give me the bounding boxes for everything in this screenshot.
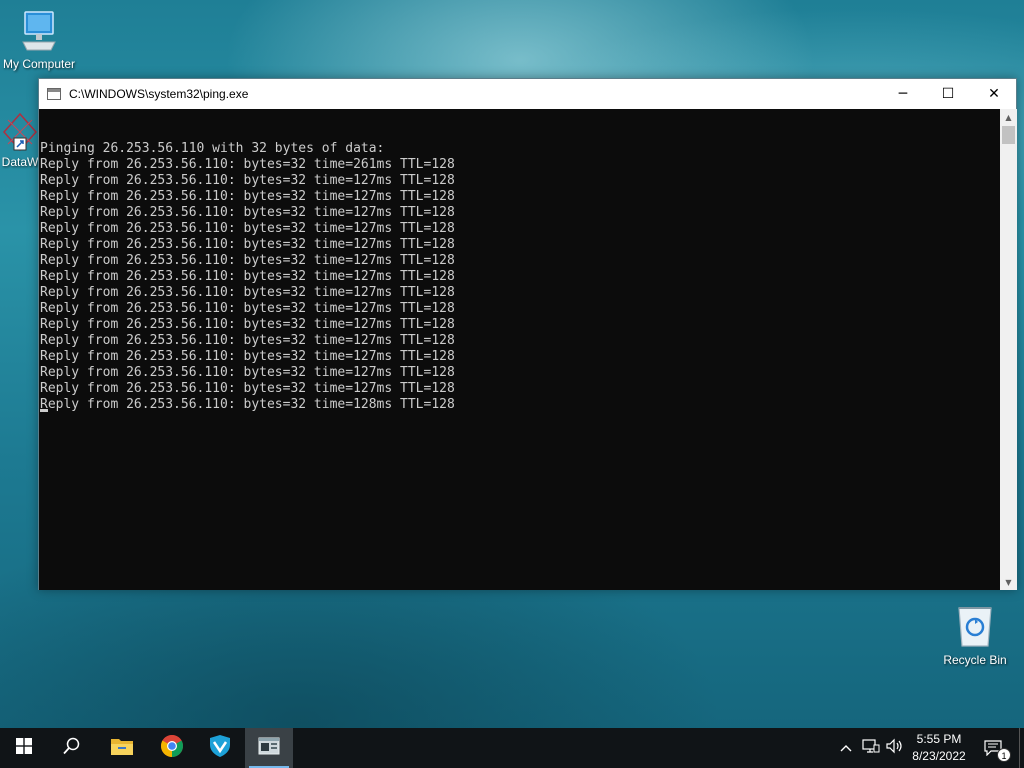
console-line: Reply from 26.253.56.110: bytes=32 time=… [40, 365, 455, 380]
minimize-icon: ─ [898, 86, 908, 102]
console-line: Reply from 26.253.56.110: bytes=32 time=… [40, 205, 455, 220]
action-center-button[interactable]: 1 [980, 728, 1012, 768]
console-line: Reply from 26.253.56.110: bytes=32 time=… [40, 397, 455, 412]
console-output[interactable]: Pinging 26.253.56.110 with 32 bytes of d… [39, 109, 1000, 590]
clock-time: 5:55 PM [916, 732, 962, 746]
desktop-icon-recycle-bin[interactable]: Recycle Bin [940, 602, 1010, 667]
desktop-icon-label: DataW [1, 155, 39, 169]
taskbar-console[interactable] [245, 728, 293, 768]
vpn-shield-icon [208, 734, 232, 762]
clock-date: 8/23/2022 [912, 749, 966, 763]
computer-icon [19, 8, 59, 54]
maximize-icon: ☐ [941, 86, 955, 102]
notification-count-badge: 1 [997, 748, 1011, 762]
desktop-icon-dataw[interactable]: DataW [0, 112, 40, 169]
speaker-icon [886, 738, 904, 758]
maximize-button[interactable]: ☐ [925, 79, 971, 109]
title-bar[interactable]: C:\WINDOWS\system32\ping.exe ─ ☐ ✕ [39, 79, 1016, 109]
volume-button[interactable] [884, 728, 906, 768]
desktop-icon-my-computer[interactable]: My Computer [0, 8, 78, 71]
scroll-down-arrow-icon[interactable]: ▼ [1000, 574, 1017, 590]
notification-icon: 1 [980, 728, 1012, 768]
console-icon [258, 737, 280, 759]
console-line: Reply from 26.253.56.110: bytes=32 time=… [40, 173, 455, 188]
chrome-icon [160, 734, 184, 762]
search-icon [63, 737, 81, 759]
scroll-thumb[interactable] [1002, 126, 1015, 144]
shortcut-icon [0, 112, 40, 152]
desktop-icon-label: My Computer [2, 57, 76, 71]
recycle-bin-icon [953, 602, 997, 650]
console-line: Reply from 26.253.56.110: bytes=32 time=… [40, 237, 455, 252]
close-button[interactable]: ✕ [971, 79, 1017, 109]
windows-logo-icon [16, 738, 32, 758]
system-clock[interactable]: 5:55 PM 8/23/2022 [906, 731, 972, 765]
console-window[interactable]: C:\WINDOWS\system32\ping.exe ─ ☐ ✕ Pingi… [38, 78, 1017, 590]
taskbar-file-explorer[interactable] [98, 728, 146, 768]
show-desktop-button[interactable] [1019, 728, 1024, 768]
window-title: C:\WINDOWS\system32\ping.exe [69, 87, 249, 101]
console-line: Reply from 26.253.56.110: bytes=32 time=… [40, 301, 455, 316]
minimize-button[interactable]: ─ [880, 79, 926, 109]
console-app-icon [47, 88, 61, 100]
chevron-up-icon [840, 741, 852, 755]
network-icon [862, 738, 880, 758]
taskbar-chrome[interactable] [148, 728, 196, 768]
taskbar-vpn[interactable] [196, 728, 244, 768]
desktop-icon-label: Recycle Bin [943, 653, 1007, 667]
start-button[interactable] [0, 728, 48, 768]
console-line: Pinging 26.253.56.110 with 32 bytes of d… [40, 141, 385, 156]
file-explorer-icon [110, 736, 134, 760]
text-cursor [40, 409, 48, 412]
console-line: Reply from 26.253.56.110: bytes=32 time=… [40, 221, 455, 236]
close-icon: ✕ [988, 86, 1000, 102]
console-line: Reply from 26.253.56.110: bytes=32 time=… [40, 317, 455, 332]
console-text: Pinging 26.253.56.110 with 32 bytes of d… [40, 125, 1000, 413]
console-line: Reply from 26.253.56.110: bytes=32 time=… [40, 253, 455, 268]
console-line: Reply from 26.253.56.110: bytes=32 time=… [40, 285, 455, 300]
vertical-scrollbar[interactable]: ▲ ▼ [1000, 109, 1017, 590]
show-hidden-icons-button[interactable] [836, 728, 856, 768]
network-button[interactable] [860, 728, 882, 768]
console-line: Reply from 26.253.56.110: bytes=32 time=… [40, 189, 455, 204]
console-line: Reply from 26.253.56.110: bytes=32 time=… [40, 381, 455, 396]
search-button[interactable] [48, 728, 96, 768]
taskbar: 5:55 PM 8/23/2022 1 [0, 728, 1024, 768]
console-line: Reply from 26.253.56.110: bytes=32 time=… [40, 333, 455, 348]
console-line: Reply from 26.253.56.110: bytes=32 time=… [40, 269, 455, 284]
scroll-up-arrow-icon[interactable]: ▲ [1000, 109, 1017, 125]
console-line: Reply from 26.253.56.110: bytes=32 time=… [40, 157, 455, 172]
console-line: Reply from 26.253.56.110: bytes=32 time=… [40, 349, 455, 364]
